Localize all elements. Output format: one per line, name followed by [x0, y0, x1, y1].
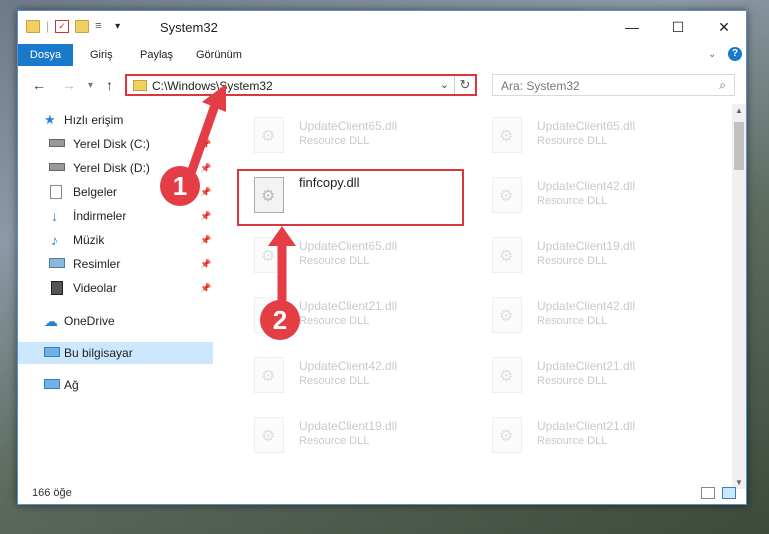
- annotation-arrows: [185, 84, 296, 305]
- arrow-2-head: [268, 226, 296, 246]
- step-1-badge: 1: [160, 166, 200, 206]
- step-2-badge: 2: [260, 300, 300, 340]
- arrow-1: [185, 103, 219, 181]
